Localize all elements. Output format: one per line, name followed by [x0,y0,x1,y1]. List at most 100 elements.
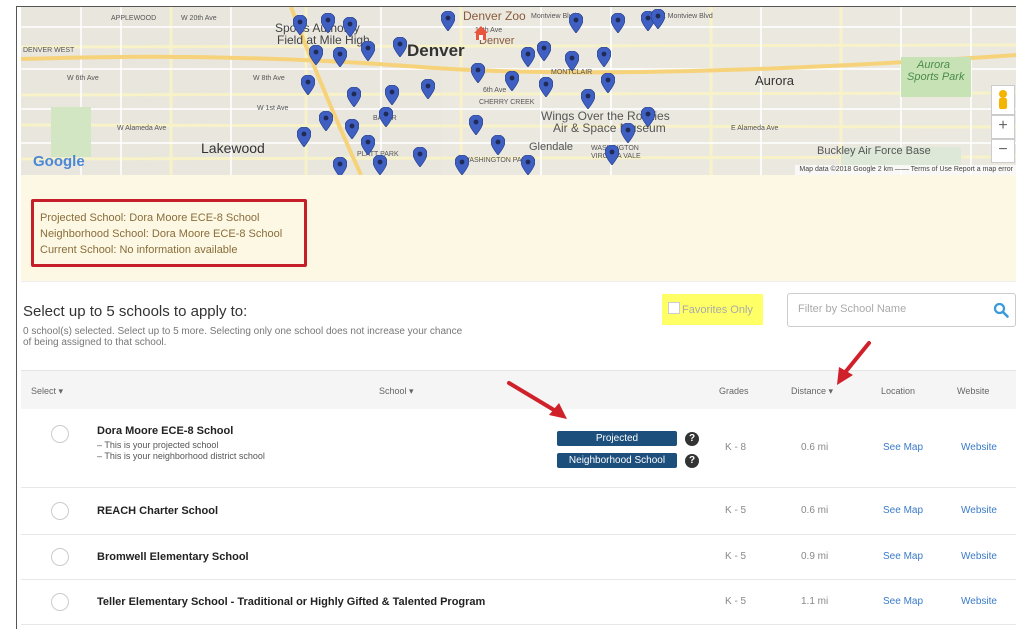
map-label-lakewood: Lakewood [201,140,265,156]
map-marker-icon[interactable] [605,145,619,165]
favorites-label: Favorites Only [682,304,753,316]
map-marker-icon[interactable] [537,41,551,61]
school-note: – This is your projected school [97,440,219,450]
map-label-6th: 6th Ave [483,87,507,94]
map-label-denver-zoo: Denver Zoo [463,9,526,23]
school-name: Bromwell Elementary School [97,551,249,563]
school-name: Teller Elementary School - Traditional o… [97,596,486,608]
table-row[interactable]: REACH Charter School K - 5 0.6 mi See Ma… [21,488,1016,535]
see-map-link[interactable]: See Map [883,551,923,562]
map-marker-icon[interactable] [421,79,435,99]
map-label-buckley: Buckley Air Force Base [817,145,931,157]
map-marker-icon[interactable] [505,71,519,91]
header-grades: Grades [719,386,749,396]
filter-by-school-input[interactable] [796,302,980,316]
select-heading: Select up to 5 schools to apply to: [23,303,248,320]
pegman-icon[interactable] [991,85,1015,115]
map-marker-icon[interactable] [565,51,579,71]
see-map-link[interactable]: See Map [883,596,923,607]
map-attribution[interactable]: Map data ©2018 Google 2 km ⎯⎯⎯⎯ Terms of… [795,165,1016,175]
projected-school-text: Projected School: Dora Moore ECE-8 Schoo… [40,212,260,224]
see-map-link[interactable]: See Map [883,442,923,453]
map-marker-icon[interactable] [413,147,427,167]
map-label-cherry: CHERRY CREEK [479,99,535,106]
favorites-only-toggle[interactable]: Favorites Only [662,294,763,325]
map-marker-icon[interactable] [343,17,357,37]
map-marker-icon[interactable] [333,157,347,175]
filter-box [787,293,1016,327]
map-marker-icon[interactable] [651,9,665,29]
map-marker-icon[interactable] [345,119,359,139]
map-marker-icon[interactable] [469,115,483,135]
map-marker-icon[interactable] [297,127,311,147]
map-marker-icon[interactable] [301,75,315,95]
map-marker-icon[interactable] [361,135,375,155]
map-marker-icon[interactable] [455,155,469,175]
neighborhood-badge: Neighborhood School [557,453,677,468]
header-school[interactable]: School ▾ [379,386,414,397]
map-label-aurora-park: Aurora [917,59,951,71]
select-school-radio[interactable] [51,548,69,566]
table-row[interactable]: Bromwell Elementary School K - 5 0.9 mi … [21,535,1016,580]
map-marker-icon[interactable] [521,47,535,67]
map-marker-icon[interactable] [309,45,323,65]
select-school-radio[interactable] [51,425,69,443]
map-marker-icon[interactable] [347,87,361,107]
grades-cell: K - 5 [725,505,747,516]
map-marker-icon[interactable] [641,107,655,127]
projected-badge: Projected [557,431,677,446]
school-name: REACH Charter School [97,505,219,517]
map-marker-icon[interactable] [521,155,535,175]
map-marker-icon[interactable] [373,155,387,175]
grades-cell: K - 5 [725,596,747,607]
website-link[interactable]: Website [961,596,997,607]
school-note: – This is your neighborhood district sch… [97,451,265,461]
current-school-text: Current School: No information available [40,244,238,256]
map-marker-icon[interactable] [385,85,399,105]
select-school-radio[interactable] [51,593,69,611]
map-marker-icon[interactable] [379,107,393,127]
map-label-w6th: W 6th Ave [67,75,99,82]
map-marker-icon[interactable] [611,13,625,33]
map-label-w20th: W 20th Ave [181,15,217,22]
header-location: Location [881,386,916,396]
school-info-panel: Projected School: Dora Moore ECE-8 Schoo… [21,175,1016,282]
neighborhood-school-text: Neighborhood School: Dora Moore ECE-8 Sc… [40,228,283,240]
search-icon[interactable] [993,302,1009,318]
question-circle-icon[interactable]: ? [685,432,699,446]
map-marker-icon[interactable] [597,47,611,67]
red-arrow-icon [837,341,871,385]
red-arrow-icon [507,381,567,419]
map-label-w1st: W 1st Ave [257,105,289,112]
map-label-w-alameda: W Alameda Ave [117,125,167,132]
map-marker-icon[interactable] [393,37,407,57]
question-circle-icon[interactable]: ? [685,454,699,468]
map-marker-icon[interactable] [569,13,583,33]
map-marker-icon[interactable] [581,89,595,109]
zoom-in-button[interactable]: + [991,115,1015,139]
map-marker-icon[interactable] [491,135,505,155]
zoom-out-button[interactable]: − [991,139,1015,163]
see-map-link[interactable]: See Map [883,505,923,516]
header-distance[interactable]: Distance ▾ [791,386,833,397]
table-row[interactable]: Teller Elementary School - Traditional o… [21,580,1016,625]
header-select[interactable]: Select ▾ [31,386,63,397]
distance-cell: 0.9 mi [801,551,829,562]
map-marker-icon[interactable] [321,13,335,33]
map-marker-icon[interactable] [361,41,375,61]
select-school-radio[interactable] [51,502,69,520]
map-marker-icon[interactable] [471,63,485,83]
map-marker-icon[interactable] [441,11,455,31]
map-label-e-montview: E Montview Blvd [661,13,713,20]
school-map[interactable]: APPLEWOOD W 20th Ave Sports Authority Fi… [21,7,1016,175]
website-link[interactable]: Website [961,551,997,562]
map-marker-icon[interactable] [621,123,635,143]
map-marker-icon[interactable] [539,77,553,97]
favorites-checkbox[interactable] [668,302,680,314]
map-marker-icon[interactable] [333,47,347,67]
website-link[interactable]: Website [961,442,997,453]
website-link[interactable]: Website [961,505,997,516]
map-marker-icon[interactable] [601,73,615,93]
map-marker-icon[interactable] [293,15,307,35]
map-marker-icon[interactable] [319,111,333,131]
